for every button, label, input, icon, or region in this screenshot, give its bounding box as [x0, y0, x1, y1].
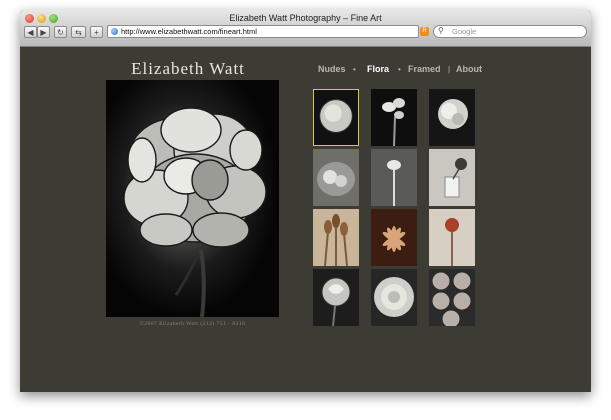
copyright-footer: ©2007 Elizabeth Watt (212) 751 - 8316: [139, 321, 246, 327]
reload-button[interactable]: ↻: [54, 26, 67, 38]
browser-window: Elizabeth Watt Photography – Fine Art ◀ …: [20, 10, 591, 392]
forward-arrow-icon: ▶: [40, 28, 47, 37]
search-icon: ⚲: [438, 26, 444, 35]
title-bar: Elizabeth Watt Photography – Fine Art ◀ …: [20, 10, 591, 47]
snapback-icon: ⇆: [75, 28, 82, 37]
nav-separator: •: [353, 65, 356, 74]
forward-button[interactable]: ▶: [37, 26, 50, 38]
snapback-button[interactable]: ⇆: [71, 26, 86, 38]
thumbnail-4[interactable]: [313, 149, 359, 206]
url-text[interactable]: http://www.elizabethwatt.com/fineart.htm…: [121, 27, 257, 36]
thumbnail-8[interactable]: [371, 209, 417, 266]
search-placeholder: Google: [452, 27, 477, 36]
thumbnail-10[interactable]: [313, 269, 359, 326]
reload-icon: ↻: [57, 28, 64, 37]
nav-separator: •: [398, 65, 401, 74]
globe-icon: [111, 28, 118, 35]
thumbnail-9[interactable]: [429, 209, 475, 266]
rss-icon[interactable]: R: [420, 27, 429, 36]
add-bookmark-button[interactable]: +: [90, 26, 103, 38]
thumbnail-2[interactable]: [371, 89, 417, 146]
address-bar[interactable]: http://www.elizabethwatt.com/fineart.htm…: [107, 25, 419, 38]
plus-icon: +: [94, 28, 99, 37]
window-title: Elizabeth Watt Photography – Fine Art: [229, 13, 382, 23]
featured-photo: [106, 80, 279, 317]
thumbnail-5[interactable]: [371, 149, 417, 206]
thumbnail-6[interactable]: [429, 149, 475, 206]
thumbnail-1[interactable]: [313, 89, 359, 146]
thumbnail-3[interactable]: [429, 89, 475, 146]
back-button[interactable]: ◀: [24, 26, 37, 38]
nav-separator: |: [448, 65, 451, 74]
page-content: Elizabeth Watt Nudes • Flora • Framed | …: [20, 47, 591, 392]
site-brand[interactable]: Elizabeth Watt: [108, 59, 268, 79]
thumbnail-7[interactable]: [313, 209, 359, 266]
back-arrow-icon: ◀: [27, 28, 34, 37]
nav-nudes[interactable]: Nudes: [318, 64, 346, 74]
thumbnail-12[interactable]: [429, 269, 475, 326]
thumbnail-11[interactable]: [371, 269, 417, 326]
nav-framed[interactable]: Framed: [408, 64, 441, 74]
search-field[interactable]: ⚲ Google: [433, 25, 587, 38]
nav-about[interactable]: About: [456, 64, 482, 74]
nav-flora[interactable]: Flora: [367, 64, 389, 74]
